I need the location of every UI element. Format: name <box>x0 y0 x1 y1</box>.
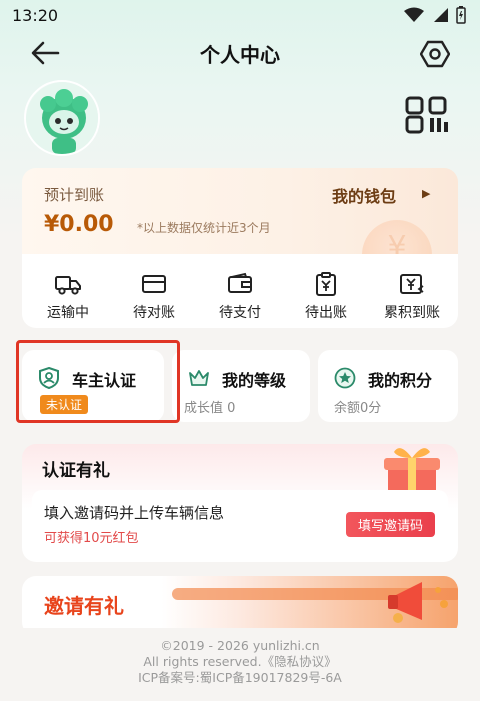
yen-receipt-icon <box>400 274 424 294</box>
order-label: 待对账 <box>133 305 175 321</box>
order-label: 待支付 <box>219 305 261 321</box>
wallet-note: *以上数据仅统计近3个月 <box>137 221 271 235</box>
order-item-accumulated[interactable]: 累积到账 <box>370 254 454 328</box>
star-badge-icon <box>334 367 356 389</box>
shield-user-icon <box>39 367 59 389</box>
triangle-right-icon: ▶ <box>422 187 431 200</box>
my-points-title: 我的积分 <box>368 371 433 390</box>
truck-icon <box>55 276 81 295</box>
rights-privacy-text[interactable]: All rights reserved.《隐私协议》 <box>0 654 480 670</box>
qr-code-icon[interactable] <box>405 96 449 134</box>
fill-invite-code-button[interactable]: 填写邀请码 <box>346 512 436 537</box>
owner-cert-tile[interactable]: 车主认证 未认证 <box>22 350 164 422</box>
owner-cert-title: 车主认证 <box>72 371 137 390</box>
avatar[interactable] <box>24 80 100 156</box>
footer: ©2019 - 2026 yunlizhi.cn All rights rese… <box>0 638 480 686</box>
wifi-icon <box>404 7 424 22</box>
status-badge: 未认证 <box>40 395 89 414</box>
coin-decoration-icon: ¥ <box>362 220 432 254</box>
order-status-row: 运输中 待对账 待支付 待出账 累积到账 <box>22 254 458 328</box>
crown-icon <box>189 370 209 386</box>
invite-reward-title: 邀请有礼 <box>44 594 124 618</box>
icp-record-text: ICP备案号:蜀ICP备19017829号-6A <box>138 670 342 685</box>
invite-reward-banner[interactable]: 邀请有礼 <box>22 576 458 636</box>
clipboard-icon <box>316 272 336 296</box>
my-level-title: 我的等级 <box>222 371 287 390</box>
cert-reward-title: 认证有礼 <box>42 461 110 481</box>
growth-value: 成长值 0 <box>184 401 236 416</box>
my-level-tile[interactable]: 我的等级 成长值 0 <box>172 350 310 422</box>
back-arrow-icon[interactable] <box>30 40 60 66</box>
order-item-to-reconcile[interactable]: 待对账 <box>112 254 196 328</box>
my-points-tile[interactable]: 我的积分 余额0分 <box>318 350 458 422</box>
signal-icon <box>434 8 448 22</box>
cert-reward-card: 认证有礼 填入邀请码并上传车辆信息 可获得10元红包 填写邀请码 <box>22 444 458 562</box>
page-title: 个人中心 <box>200 42 280 67</box>
points-balance: 余额0分 <box>334 401 382 416</box>
settings-hexagon-icon[interactable] <box>420 40 450 68</box>
order-label: 运输中 <box>47 305 89 321</box>
cert-reward-desc: 填入邀请码并上传车辆信息 <box>44 504 225 522</box>
order-item-to-pay[interactable]: 待支付 <box>198 254 282 328</box>
status-bar: 13:20 <box>0 0 480 30</box>
copyright-text: ©2019 - 2026 yunlizhi.cn <box>160 638 320 653</box>
order-label: 待出账 <box>305 305 347 321</box>
nav-bar: 个人中心 <box>0 30 480 76</box>
battery-icon <box>456 6 466 24</box>
order-label: 累积到账 <box>384 305 440 321</box>
my-wallet-link[interactable]: 我的钱包 <box>332 183 396 207</box>
cert-reward-body: 填入邀请码并上传车辆信息 可获得10元红包 填写邀请码 <box>32 490 448 554</box>
status-time: 13:20 <box>12 5 59 25</box>
order-item-to-bill[interactable]: 待出账 <box>284 254 368 328</box>
order-item-in-transit[interactable]: 运输中 <box>26 254 110 328</box>
cert-reward-amount: 可获得10元红包 <box>44 531 139 546</box>
wallet-amount: ¥0.00 <box>44 212 114 237</box>
megaphone-icon <box>388 582 448 623</box>
wallet-card[interactable]: 预计到账 我的钱包 ▶ ¥0.00 *以上数据仅统计近3个月 ¥ <box>22 168 458 254</box>
card-icon <box>142 275 166 293</box>
expected-arrival-label: 预计到账 <box>44 186 105 204</box>
wallet-icon <box>228 272 252 293</box>
